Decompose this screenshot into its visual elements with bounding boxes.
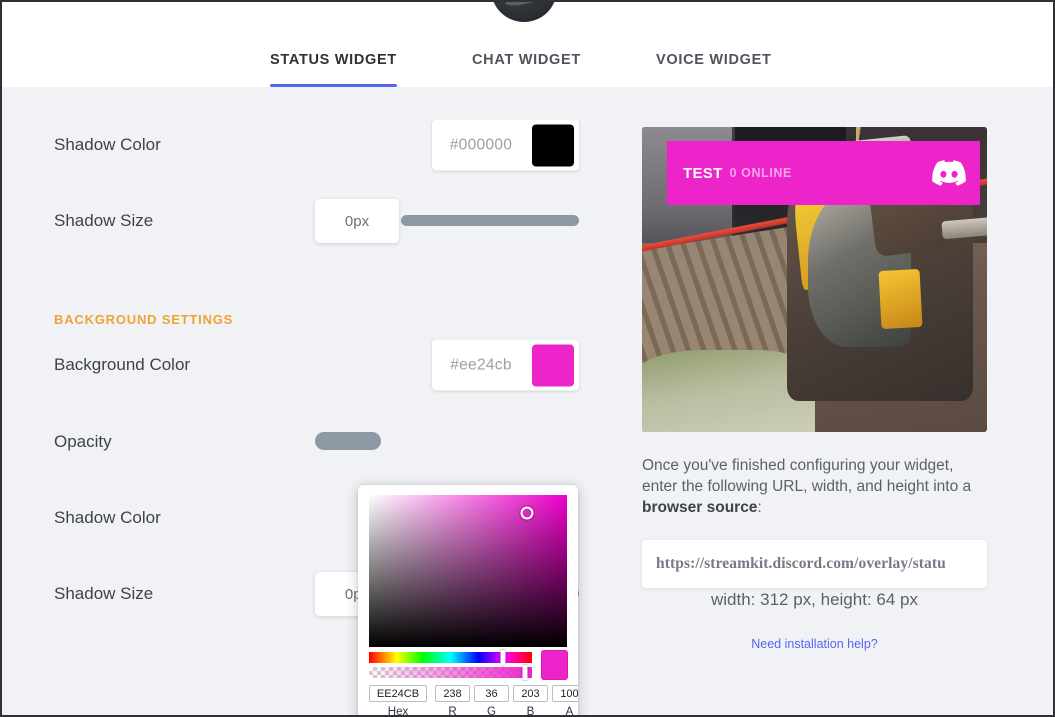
- alpha-slider-pointer[interactable]: [522, 665, 528, 680]
- hue-slider-pointer[interactable]: [500, 650, 506, 665]
- tab-status-widget-label: STATUS WIDGET: [270, 52, 397, 68]
- hue-slider[interactable]: [369, 650, 532, 665]
- tab-voice-widget-label: VOICE WIDGET: [656, 52, 772, 68]
- color-value-fields: Hex R G B A: [369, 685, 578, 715]
- section-title-background-settings: BACKGROUND SETTINGS: [54, 312, 234, 327]
- saturation-value-area[interactable]: [369, 495, 567, 647]
- blue-field-group: B: [513, 685, 548, 715]
- color-control-shadow-color-top[interactable]: #000000: [432, 119, 579, 171]
- widget-dimensions-text: width: 312 px, height: 64 px: [711, 590, 918, 609]
- setting-label-shadow-color-bottom: Shadow Color: [54, 508, 161, 527]
- page-body: Shadow Color #000000 Shadow Size 0px BAC…: [2, 87, 1053, 715]
- scene-yellow-panel-right: [878, 269, 923, 330]
- tab-chat-widget[interactable]: CHAT WIDGET: [472, 40, 581, 87]
- installation-help-link[interactable]: Need installation help?: [642, 637, 987, 651]
- instructions-line-1: Once you've finished configuring your wi…: [642, 457, 954, 474]
- red-field-group: R: [435, 685, 470, 715]
- color-swatch-background-color[interactable]: [532, 344, 574, 386]
- discord-logo-icon: [932, 160, 966, 186]
- widget-server-name: TEST: [683, 164, 723, 182]
- green-input[interactable]: [474, 685, 509, 702]
- preview-background-image: TEST 0 ONLINE: [642, 127, 987, 432]
- saturation-cursor-icon[interactable]: [520, 506, 534, 520]
- alpha-field-label: A: [565, 706, 574, 715]
- preview-panel: TEST 0 ONLINE Once you've finished confi…: [642, 87, 1002, 715]
- setting-row-background-color: Background Color #ee24cb: [2, 337, 602, 393]
- blue-field-label: B: [526, 706, 535, 715]
- setting-label-opacity: Opacity: [54, 432, 112, 451]
- color-hex-value-background-color[interactable]: #ee24cb: [432, 356, 532, 374]
- setting-label-shadow-color-top: Shadow Color: [54, 135, 161, 154]
- setting-row-shadow-color-top: Shadow Color #000000: [2, 117, 602, 173]
- red-field-label: R: [448, 706, 457, 715]
- slider-track-shadow-size-top[interactable]: [401, 215, 579, 226]
- setting-row-shadow-size-top: Shadow Size 0px: [2, 193, 602, 249]
- setting-label-shadow-size-top: Shadow Size: [54, 211, 154, 230]
- preview-instructions: Once you've finished configuring your wi…: [642, 455, 974, 518]
- hex-field-label: Hex: [387, 706, 409, 715]
- setting-label-shadow-size-bottom: Shadow Size: [54, 584, 154, 603]
- hex-field-group: Hex: [369, 685, 427, 715]
- widget-tab-bar: STATUS WIDGET CHAT WIDGET VOICE WIDGET: [2, 40, 1053, 87]
- app-logo-icon: [491, 2, 557, 22]
- green-field-label: G: [487, 706, 496, 715]
- color-swatch-shadow-color-top[interactable]: [532, 124, 574, 166]
- green-field-group: G: [474, 685, 509, 715]
- slider-shadow-size-top[interactable]: 0px: [315, 199, 579, 243]
- instructions-line-2: enter the following URL, width, and heig…: [642, 478, 959, 495]
- overlay-url-value[interactable]: https://streamkit.discord.com/overlay/st…: [656, 555, 946, 573]
- color-picker-popover[interactable]: Hex R G B A: [358, 485, 578, 715]
- instructions-browser-source: browser source: [642, 499, 758, 516]
- alpha-slider[interactable]: [369, 665, 532, 680]
- slider-thumb-shadow-size-top[interactable]: 0px: [315, 199, 399, 243]
- color-control-background-color[interactable]: #ee24cb: [432, 339, 579, 391]
- color-preview-swatch: [541, 650, 568, 680]
- slider-opacity[interactable]: [315, 420, 579, 464]
- red-input[interactable]: [435, 685, 470, 702]
- status-widget-preview: TEST 0 ONLINE: [667, 141, 980, 205]
- blue-input[interactable]: [513, 685, 548, 702]
- instructions-line-3-suffix: :: [757, 499, 762, 516]
- tab-status-widget[interactable]: STATUS WIDGET: [270, 40, 397, 87]
- streamkit-app-window: STATUS WIDGET CHAT WIDGET VOICE WIDGET S…: [2, 2, 1053, 715]
- tab-chat-widget-label: CHAT WIDGET: [472, 52, 581, 68]
- overlay-url-field[interactable]: https://streamkit.discord.com/overlay/st…: [642, 540, 987, 588]
- color-hex-value-shadow-color-top[interactable]: #000000: [432, 136, 532, 154]
- instructions-line-3-prefix: a: [962, 478, 972, 495]
- alpha-field-group: A: [552, 685, 578, 715]
- setting-row-opacity: Opacity: [2, 414, 602, 470]
- alpha-input[interactable]: [552, 685, 578, 702]
- hex-input[interactable]: [369, 685, 427, 702]
- setting-label-background-color: Background Color: [54, 355, 191, 374]
- widget-online-count: 0 ONLINE: [729, 166, 792, 180]
- tab-voice-widget[interactable]: VOICE WIDGET: [656, 40, 772, 87]
- slider-thumb-opacity[interactable]: [315, 432, 381, 450]
